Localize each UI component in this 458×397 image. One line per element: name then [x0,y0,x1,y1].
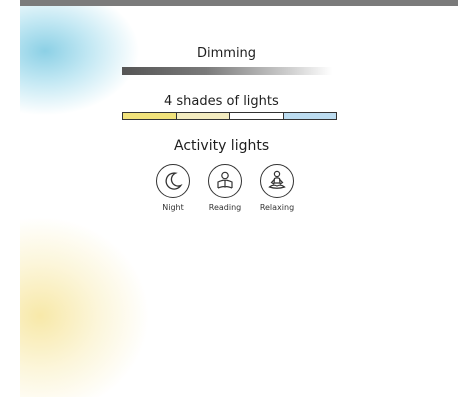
moon-icon [156,164,190,198]
activity-night: Night [150,164,196,224]
lighting-features-panel: Dimming 4 shades of lights Activity ligh… [20,6,458,397]
activity-lights-title: Activity lights [174,138,270,154]
activity-relaxing: Relaxing [254,164,300,224]
activity-list: Night Reading Relaxing [150,164,300,224]
activity-label: Night [162,203,184,212]
activity-label: Reading [208,203,242,212]
blue-tint-background [20,6,140,116]
shade-swatch-3 [230,113,284,119]
shade-swatch-2 [176,113,230,119]
shades-title: 4 shades of lights [164,94,279,109]
yellow-tint-background [20,216,150,397]
shade-swatch-4 [283,113,336,119]
reading-person-icon [208,164,242,198]
shades-bar [122,112,337,120]
meditation-icon [260,164,294,198]
activity-reading: Reading [202,164,248,224]
dimming-title: Dimming [197,46,257,61]
dimming-gradient-bar [122,67,332,75]
activity-label: Relaxing [259,203,295,212]
shade-swatch-1 [123,113,177,119]
